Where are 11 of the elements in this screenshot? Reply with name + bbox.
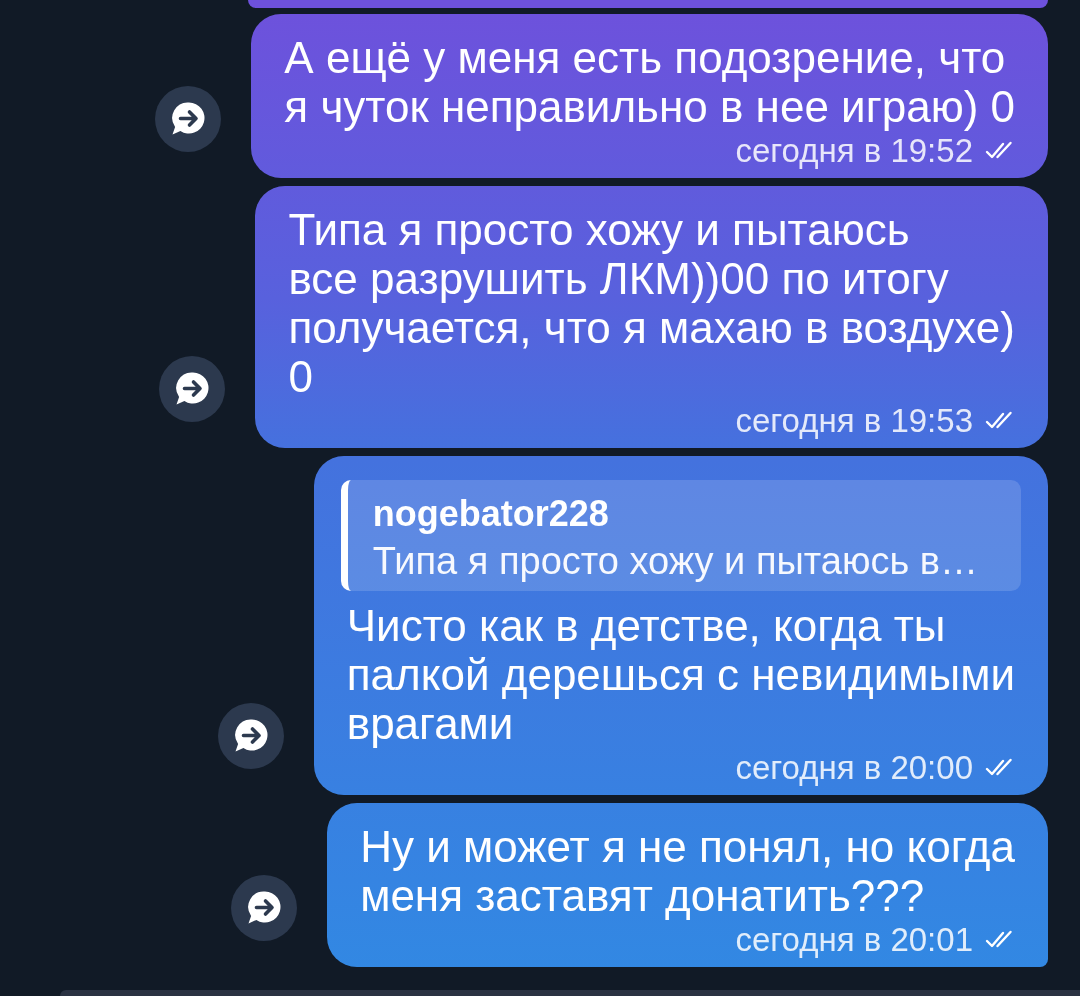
- message-time: сегодня в 19:52: [735, 133, 973, 169]
- message-text: А ещё у меня есть подозрение, что я чуток неправильно в нее играю) 0: [284, 33, 1015, 131]
- message-time: сегодня в 20:00: [735, 750, 973, 786]
- message-text: Типа я просто хожу и пытаюсь все разрушить ЛКМ))00 по итогу получается, что я махаю в воздухе) 0: [288, 205, 1015, 401]
- message-text: Ну и может я не понял, но когда меня заставят донатить???: [360, 822, 1015, 920]
- message-time: сегодня в 20:01: [735, 922, 973, 958]
- reply-author: nogebator228: [372, 492, 609, 536]
- reply-quote[interactable]: nogebator228 Типа я просто хожу и пытаюсь в…: [340, 480, 1021, 591]
- message-time: сегодня в 19:53: [735, 403, 973, 439]
- reply-text: Типа я просто хожу и пытаюсь в…: [372, 539, 978, 584]
- message-text: Чисто как в детстве, когда ты палкой дерешься с невидимыми врагами: [346, 601, 1015, 748]
